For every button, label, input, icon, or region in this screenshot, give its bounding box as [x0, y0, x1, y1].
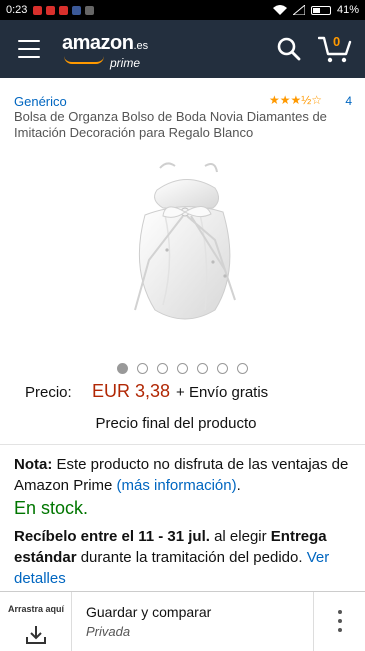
price-row: Precio: EUR 3,38 + Envío gratis	[25, 381, 268, 403]
notification-icon	[33, 5, 43, 15]
rating-count[interactable]: 4	[345, 94, 352, 108]
shipping-text: + Envío gratis	[176, 384, 269, 401]
image-pager	[117, 363, 248, 374]
logo-smile	[64, 56, 104, 64]
notification-icon	[46, 5, 56, 15]
stock-status: En stock.	[14, 498, 89, 518]
note-end: .	[236, 477, 241, 494]
drag-here-target[interactable]: Arrastra aquí	[0, 592, 72, 651]
compare-subtitle: Privada	[86, 624, 131, 639]
menu-icon[interactable]	[18, 40, 40, 58]
app-header: amazon.es prime 0	[0, 20, 365, 78]
battery-percent: 41%	[336, 4, 359, 16]
more-options-icon[interactable]	[313, 592, 365, 651]
pager-dot[interactable]	[177, 363, 188, 374]
wifi-icon	[272, 5, 287, 15]
product-title: Bolsa de Organza Bolso de Boda Novia Dia…	[14, 109, 327, 140]
price-value: EUR 3,38	[92, 381, 171, 401]
drag-label: Arrastra aquí	[7, 604, 65, 614]
download-icon	[26, 626, 46, 644]
brand-row: Genérico ★★★½☆ 4	[14, 93, 352, 109]
prime-note: Nota: Este producto no disfruta de las v…	[14, 454, 354, 496]
cart-count: 0	[333, 34, 341, 49]
delivery-dates: Recíbelo entre el 11 - 31 jul.	[14, 528, 210, 545]
logo-text: amazon	[62, 32, 134, 54]
pager-dot[interactable]	[157, 363, 168, 374]
divider	[0, 444, 365, 445]
compare-title: Guardar y comparar	[86, 604, 212, 620]
pager-dot[interactable]	[197, 363, 208, 374]
delivery-info: Recíbelo entre el 11 - 31 jul. al elegir…	[14, 526, 354, 589]
product-image[interactable]	[105, 160, 265, 330]
pager-dot[interactable]	[237, 363, 248, 374]
note-label: Nota:	[14, 456, 53, 473]
rating-stars[interactable]: ★★★½☆	[269, 93, 322, 107]
bottom-bar: Arrastra aquí Guardar y comparar Privada	[0, 591, 365, 651]
notification-icon	[85, 5, 95, 15]
battery-icon	[310, 5, 331, 15]
status-bar: 0:23 41%	[0, 0, 365, 20]
signal-icon	[292, 5, 305, 15]
delivery-text: al elegir	[209, 528, 271, 545]
search-icon[interactable]	[276, 36, 302, 62]
status-time: 0:23	[6, 4, 28, 16]
save-compare-button[interactable]: Guardar y comparar Privada	[86, 604, 211, 639]
logo-tld: .es	[133, 40, 149, 52]
cart-button[interactable]: 0	[317, 34, 352, 64]
amazon-logo[interactable]: amazon.es prime	[62, 32, 149, 70]
pager-dot[interactable]	[217, 363, 228, 374]
pager-dot[interactable]	[117, 363, 128, 374]
facebook-icon	[72, 5, 82, 15]
brand-link[interactable]: Genérico	[14, 94, 67, 109]
price-label: Precio:	[25, 384, 72, 401]
delivery-text: durante la tramitación del pedido.	[76, 549, 307, 566]
more-info-link[interactable]: (más información)	[117, 477, 237, 494]
logo-prime: prime	[110, 56, 141, 70]
notification-icon	[59, 5, 69, 15]
final-price-note: Precio final del producto	[95, 415, 257, 432]
pager-dot[interactable]	[137, 363, 148, 374]
